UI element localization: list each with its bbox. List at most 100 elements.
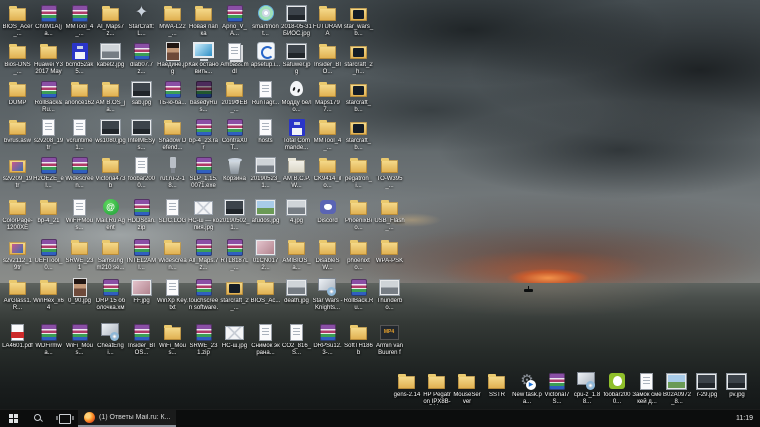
desktop-icon[interactable]: Новая папка <box>188 3 219 37</box>
desktop-icon[interactable]: HC-ш.jpg <box>219 322 250 356</box>
desktop-icon[interactable]: UEFITool_0... <box>33 237 64 271</box>
desktop-icon[interactable]: rut.ru-2-18... <box>157 155 188 189</box>
desktop-icon[interactable]: bp-4_21 <box>33 197 64 231</box>
desktop-icon[interactable]: SLP_1.15.0071.exe <box>188 155 219 189</box>
desktop-icon[interactable]: 0_90.jpg <box>64 277 95 311</box>
desktop-icon[interactable]: 01CN0172... <box>250 237 281 271</box>
desktop-icon[interactable]: 4.jpg <box>281 197 312 231</box>
desktop-icon[interactable]: Star Wars - Knights... <box>312 277 343 311</box>
desktop-icon[interactable]: starcraft_2_h... <box>343 41 374 75</box>
desktop-icon[interactable]: Safuwer.jpg <box>281 41 312 75</box>
desktop-icon[interactable]: WPA-PSK <box>374 237 405 271</box>
desktop-icon[interactable]: BIOS_Acer_... <box>2 3 33 37</box>
desktop-icon[interactable]: All_Maps.7z... <box>188 237 219 271</box>
desktop-icon[interactable]: USB_Flash_... <box>374 197 405 231</box>
desktop-icon[interactable]: Samsung m210 se... <box>95 237 126 271</box>
desktop-icon[interactable]: FF.jpg <box>126 277 157 311</box>
desktop-icon[interactable]: Maps1797... <box>312 79 343 113</box>
desktop-icon[interactable]: SSTR <box>482 371 512 405</box>
desktop-icon[interactable]: BIOS_Ac... <box>250 277 281 311</box>
desktop-icon[interactable]: ContraX0T... <box>219 117 250 151</box>
desktop-icon[interactable]: starcraft_b... <box>343 117 374 151</box>
desktop-icon[interactable]: Снимок экрана... <box>250 322 281 356</box>
desktop-icon[interactable]: 2019ФЕВ_... <box>219 79 250 113</box>
desktop-icon[interactable]: basedyRus... <box>188 79 219 113</box>
desktop-icon[interactable]: Корзина <box>219 155 250 189</box>
desktop-icon[interactable]: ⚙New task.pa... <box>512 371 542 405</box>
desktop-icon[interactable]: bp-4_23.rar <box>188 117 219 151</box>
task-view-button[interactable] <box>52 410 78 427</box>
desktop-icon[interactable]: VictoriaI7S... <box>542 371 572 405</box>
desktop-icon[interactable]: B02A0972_8... <box>662 371 692 405</box>
desktop-icon[interactable]: afudos.jpg <box>250 197 281 231</box>
desktop-icon[interactable]: WiFi+Mous... <box>64 197 95 231</box>
desktop-icon[interactable]: foobar2000... <box>602 371 632 405</box>
desktop-icon[interactable]: SRWE_231.zip <box>188 322 219 356</box>
desktop-icon[interactable]: ✦ StarCraft: L... <box>126 3 157 37</box>
desktop-icon[interactable]: pegatron_i... <box>343 155 374 189</box>
desktop-icon[interactable]: cpu-z_1.88... <box>572 371 602 405</box>
desktop-icon[interactable]: DUMP <box>2 79 33 113</box>
taskbar-app-mailru[interactable]: (1) Ответы Mail.ru: К... <box>78 410 177 427</box>
desktop-icon[interactable]: RTL8187L_... <box>219 237 250 271</box>
desktop-icon[interactable]: FUTURAMA <box>312 3 343 37</box>
desktop-icon[interactable]: anonce162 <box>64 79 95 113</box>
desktop-icon[interactable]: bcmd52ak5... <box>64 41 95 75</box>
desktop-icon[interactable]: ColorPage-1200XE <box>2 197 33 231</box>
desktop-icon[interactable]: bvrus.asw <box>2 117 33 151</box>
desktop-icon[interactable]: WiFi_Mous... <box>64 322 95 356</box>
desktop-icon[interactable]: DRPSu12.3-... <box>312 322 343 356</box>
desktop-icon[interactable]: IntelMESys... <box>126 117 157 151</box>
desktop-icon[interactable]: DisableSW... <box>312 237 343 271</box>
desktop-icon[interactable]: kabel2.jpg <box>95 41 126 75</box>
desktop-icon[interactable]: PhoenixBio... <box>343 197 374 231</box>
desktop-icon[interactable]: s2v208_19tr <box>33 117 64 151</box>
desktop-icon[interactable]: CK9414_ilo... <box>312 155 343 189</box>
desktop-icon[interactable]: r-29.jpg <box>692 371 722 405</box>
desktop-icon[interactable]: AirGlass1.R... <box>2 277 33 311</box>
desktop-icon[interactable]: Armin van Buuren fe... <box>374 322 405 356</box>
desktop-icon[interactable]: Victoria473b <box>95 155 126 189</box>
desktop-icon[interactable]: Thunderbo... <box>374 277 405 311</box>
desktop-icon[interactable]: s2v209_19tr <box>2 155 33 189</box>
desktop-icon[interactable]: vcruntime1... <box>64 117 95 151</box>
desktop-icon[interactable]: RunTagr... <box>250 79 281 113</box>
desktop-icon[interactable]: RollBack&Ru... <box>33 79 64 113</box>
desktop-icon[interactable]: 20190523_1... <box>250 155 281 189</box>
desktop-icon[interactable]: MWA-L22_... <box>157 3 188 37</box>
desktop-icon[interactable]: Aprio_V_A... <box>219 3 250 37</box>
desktop-icon[interactable]: dlab07.7z... <box>126 41 157 75</box>
desktop-icon[interactable]: MouseServer <box>452 371 482 405</box>
desktop-icon[interactable]: Ambass.mdl <box>219 41 250 75</box>
desktop-icon[interactable]: death.jpg <box>281 277 312 311</box>
desktop-icon[interactable]: Insider_BIO... <box>312 41 343 75</box>
desktop-icon[interactable]: touchscreen software.rar <box>188 277 219 311</box>
desktop-icon[interactable]: Как остановить... <box>188 41 219 75</box>
desktop-icon[interactable]: Замок смекей д... <box>632 371 662 405</box>
desktop-icon[interactable]: TO-W395_... <box>374 155 405 189</box>
desktop-icon[interactable]: Shadow Defend... <box>157 117 188 151</box>
desktop-icon[interactable]: Наедине.jpg <box>157 41 188 75</box>
desktop-icon[interactable]: AM B.C.P.W... <box>281 155 312 189</box>
desktop-icon[interactable]: WiFi_Mous... <box>157 322 188 356</box>
desktop-icon[interactable]: Widescreen... <box>64 155 95 189</box>
desktop-icon[interactable]: phoenixto... <box>343 237 374 271</box>
desktop-icon[interactable]: starcraft_2_... <box>219 277 250 311</box>
desktop-icon[interactable]: WDFirmwa... <box>33 322 64 356</box>
desktop-icon[interactable]: Widescrean... <box>157 237 188 271</box>
desktop-icon[interactable]: sab.jpg <box>126 79 157 113</box>
desktop-icon[interactable]: WinXp Key.txt <box>157 277 188 311</box>
desktop-icon[interactable]: smartmont... <box>250 3 281 37</box>
desktop-icon[interactable]: starcraft_b... <box>343 79 374 113</box>
start-button[interactable] <box>0 410 26 427</box>
desktop-icon[interactable]: Total Commande... <box>281 117 312 151</box>
desktop-icon[interactable]: AMIBIOS_a... <box>281 237 312 271</box>
desktop-icon[interactable]: INTEL2AMI... <box>126 237 157 271</box>
desktop-icon[interactable]: MMTool_4_... <box>64 3 95 37</box>
desktop-icon[interactable]: foobar2000... <box>126 155 157 189</box>
desktop-icon[interactable]: AM B.OS_ja... <box>95 79 126 113</box>
desktop-icon[interactable]: AI_Maps7z... <box>95 3 126 37</box>
desktop-icon[interactable]: apsetup.i... <box>250 41 281 75</box>
desktop-icon[interactable]: HC-ш — копия.jpg <box>188 197 219 231</box>
desktop-icon[interactable]: Bios-DNS_... <box>2 41 33 75</box>
